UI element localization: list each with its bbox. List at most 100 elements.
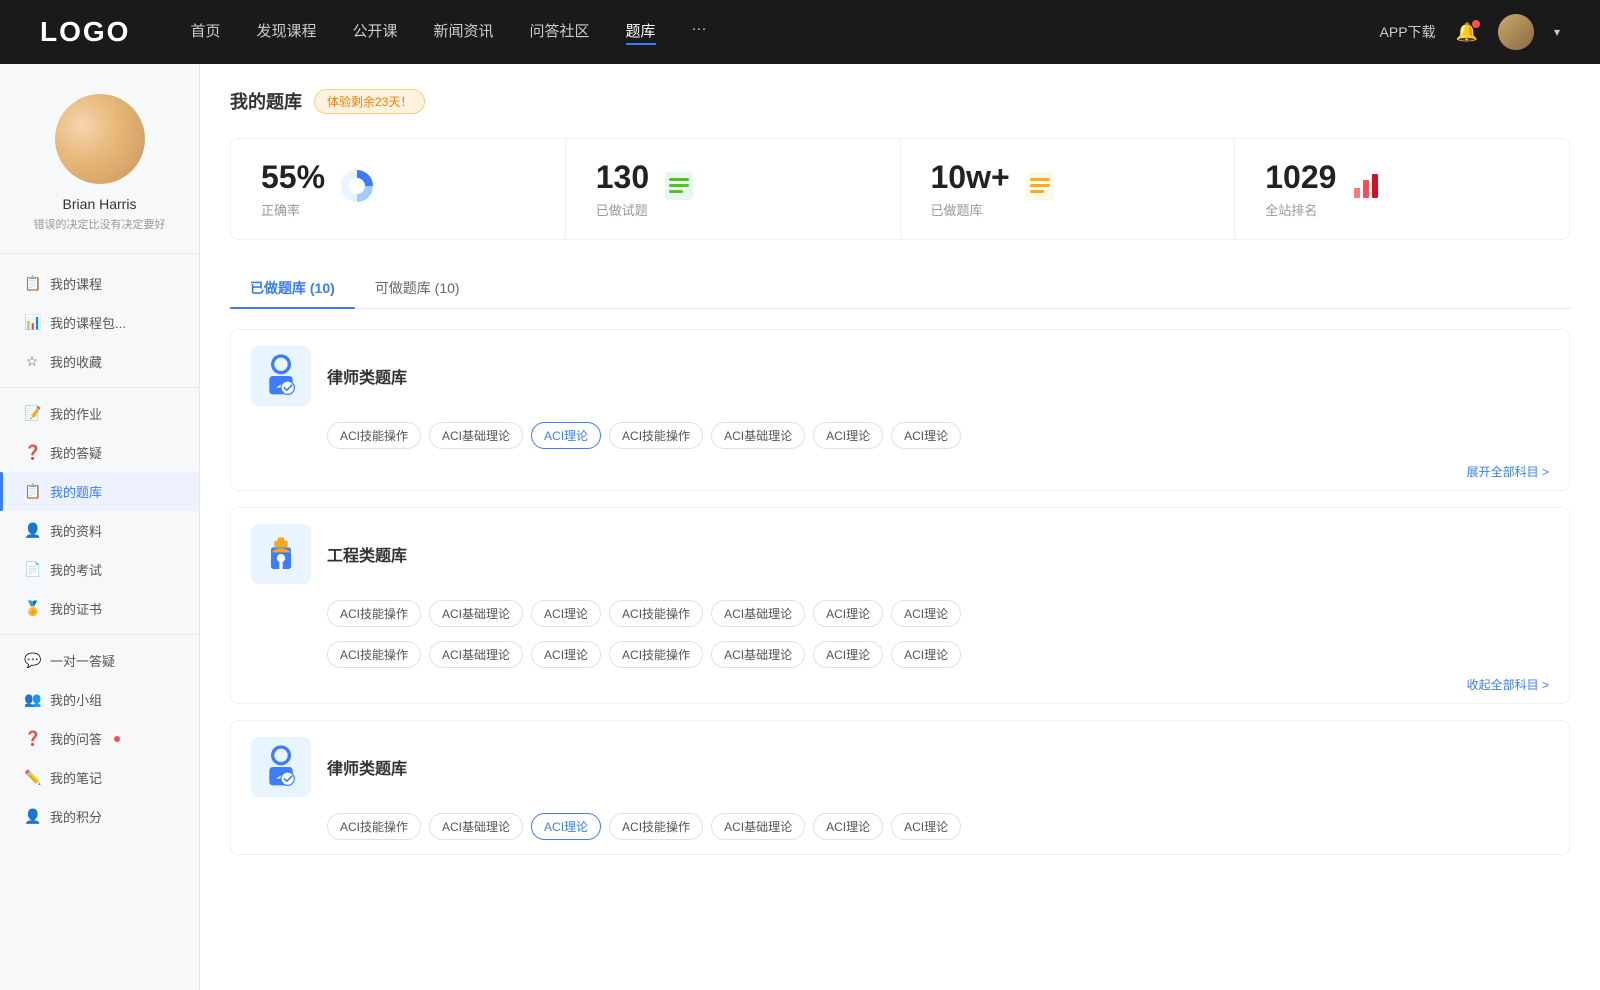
navbar-right: APP下载 🔔 ▾ xyxy=(1380,14,1560,50)
sidebar-item-profile[interactable]: 👤 我的资料 xyxy=(0,511,199,550)
sidebar-avatar xyxy=(55,94,145,184)
qbank-tags-lawyer-1: ACI技能操作 ACI基础理论 ACI理论 ACI技能操作 ACI基础理论 AC… xyxy=(231,422,1569,463)
qbank-tag[interactable]: ACI基础理论 xyxy=(429,641,523,668)
notification-bell[interactable]: 🔔 xyxy=(1456,22,1478,43)
qbank-tag[interactable]: ACI技能操作 xyxy=(609,813,703,840)
qbank-tag-active[interactable]: ACI理论 xyxy=(531,813,601,840)
nav-qa[interactable]: 问答社区 xyxy=(530,20,590,45)
qbank-tag[interactable]: ACI基础理论 xyxy=(711,600,805,627)
qbank-icon: 📋 xyxy=(24,483,40,500)
qbank-tag[interactable]: ACI理论 xyxy=(891,422,961,449)
qbank-tag[interactable]: ACI基础理论 xyxy=(429,422,523,449)
course-pack-icon: 📊 xyxy=(24,314,40,331)
homework-icon: 📝 xyxy=(24,405,40,422)
sidebar-item-label: 我的笔记 xyxy=(50,768,102,787)
stat-value-correct: 55% 正确率 xyxy=(261,159,325,219)
qbank-collapse-engineer[interactable]: 收起全部科目 > xyxy=(231,676,1569,703)
nav-discover[interactable]: 发现课程 xyxy=(256,20,316,45)
certificate-icon: 🏅 xyxy=(24,600,40,617)
sidebar-item-course-pack[interactable]: 📊 我的课程包... xyxy=(0,303,199,342)
sidebar-item-qbank[interactable]: 📋 我的题库 xyxy=(0,472,199,511)
qbank-tag[interactable]: ACI基础理论 xyxy=(429,813,523,840)
sidebar-item-points[interactable]: 👤 我的积分 xyxy=(0,797,199,836)
sidebar-item-questions[interactable]: ❓ 我的问答 xyxy=(0,719,199,758)
tab-done[interactable]: 已做题库 (10) xyxy=(230,268,355,308)
sidebar-motto: 错误的决定比没有决定要好 xyxy=(20,218,179,233)
sidebar-item-favorites[interactable]: ☆ 我的收藏 xyxy=(0,342,199,381)
navbar-nav: 首页 发现课程 公开课 新闻资讯 问答社区 题库 ··· xyxy=(190,20,1379,45)
qbank-header-engineer: 工程类题库 xyxy=(231,508,1569,600)
sidebar-item-homework[interactable]: 📝 我的作业 xyxy=(0,394,199,433)
qbank-expand-lawyer-1[interactable]: 展开全部科目 > xyxy=(231,463,1569,490)
qbank-tags-lawyer-2: ACI技能操作 ACI基础理论 ACI理论 ACI技能操作 ACI基础理论 AC… xyxy=(231,813,1569,854)
navbar: LOGO 首页 发现课程 公开课 新闻资讯 问答社区 题库 ··· APP下载 … xyxy=(0,0,1600,64)
qbank-tag[interactable]: ACI技能操作 xyxy=(327,641,421,668)
qbank-card-lawyer-1: 律师类题库 ACI技能操作 ACI基础理论 ACI理论 ACI技能操作 ACI基… xyxy=(230,329,1570,491)
qbank-tag[interactable]: ACI理论 xyxy=(531,600,601,627)
stat-questions-done: 130 已做试题 xyxy=(566,139,901,239)
tutoring-icon: 💬 xyxy=(24,652,40,669)
nav-news[interactable]: 新闻资讯 xyxy=(434,20,494,45)
qbank-tag[interactable]: ACI技能操作 xyxy=(327,813,421,840)
chevron-down-icon[interactable]: ▾ xyxy=(1554,25,1560,39)
sidebar-item-groups[interactable]: 👥 我的小组 xyxy=(0,680,199,719)
avatar[interactable] xyxy=(1498,14,1534,50)
tab-available[interactable]: 可做题库 (10) xyxy=(355,268,480,308)
nav-home[interactable]: 首页 xyxy=(190,20,220,45)
qbank-tag[interactable]: ACI理论 xyxy=(813,422,883,449)
profile-icon: 👤 xyxy=(24,522,40,539)
tabs-row: 已做题库 (10) 可做题库 (10) xyxy=(230,268,1570,309)
qbank-tag[interactable]: ACI技能操作 xyxy=(609,422,703,449)
sidebar-item-label: 我的收藏 xyxy=(50,352,102,371)
stat-value-banks: 10w+ 已做题库 xyxy=(931,159,1010,219)
qbank-tag[interactable]: ACI理论 xyxy=(891,600,961,627)
pie-chart-icon xyxy=(339,168,375,211)
qbank-tag[interactable]: ACI理论 xyxy=(813,641,883,668)
qbank-tag[interactable]: ACI理论 xyxy=(813,813,883,840)
qbank-engineer-icon xyxy=(251,524,311,584)
qbank-tag[interactable]: ACI理论 xyxy=(813,600,883,627)
sidebar-item-label: 我的小组 xyxy=(50,690,102,709)
avatar-face-image xyxy=(55,94,145,184)
sidebar-item-exam[interactable]: 📄 我的考试 xyxy=(0,550,199,589)
stat-banks-done: 10w+ 已做题库 xyxy=(901,139,1236,239)
sidebar-item-label: 我的题库 xyxy=(50,482,102,501)
qbank-tag[interactable]: ACI基础理论 xyxy=(711,813,805,840)
sidebar-item-qa[interactable]: ❓ 我的答疑 xyxy=(0,433,199,472)
groups-icon: 👥 xyxy=(24,691,40,708)
stat-rank: 1029 全站排名 xyxy=(1235,139,1569,239)
app-download-button[interactable]: APP下载 xyxy=(1380,22,1436,42)
trial-badge: 体验剩余23天！ xyxy=(314,89,425,114)
qbank-tag[interactable]: ACI技能操作 xyxy=(327,422,421,449)
qbank-title-engineer: 工程类题库 xyxy=(327,542,407,566)
page-title-row: 我的题库 体验剩余23天！ xyxy=(230,88,1570,114)
favorites-icon: ☆ xyxy=(24,353,40,370)
stat-correct-rate: 55% 正确率 xyxy=(231,139,566,239)
sidebar-username: Brian Harris xyxy=(20,196,179,212)
sidebar-item-notes[interactable]: ✏️ 我的笔记 xyxy=(0,758,199,797)
qbank-tag[interactable]: ACI理论 xyxy=(891,813,961,840)
qbank-tag[interactable]: ACI理论 xyxy=(891,641,961,668)
qa-icon: ❓ xyxy=(24,444,40,461)
stat-value-rank: 1029 全站排名 xyxy=(1265,159,1336,219)
qbank-tag[interactable]: ACI理论 xyxy=(531,641,601,668)
notification-dot xyxy=(1472,20,1480,28)
sidebar-item-label: 我的证书 xyxy=(50,599,102,618)
qbank-tag[interactable]: ACI技能操作 xyxy=(327,600,421,627)
qbank-tag-active[interactable]: ACI理论 xyxy=(531,422,601,449)
logo[interactable]: LOGO xyxy=(40,16,130,48)
nav-qbank[interactable]: 题库 xyxy=(626,20,656,45)
nav-open-course[interactable]: 公开课 xyxy=(352,20,397,45)
points-icon: 👤 xyxy=(24,808,40,825)
qbank-tag[interactable]: ACI技能操作 xyxy=(609,600,703,627)
qbank-tag[interactable]: ACI基础理论 xyxy=(711,641,805,668)
nav-more[interactable]: ··· xyxy=(692,20,707,45)
courses-icon: 📋 xyxy=(24,275,40,292)
sidebar-item-certificate[interactable]: 🏅 我的证书 xyxy=(0,589,199,628)
sidebar-item-tutoring[interactable]: 💬 一对一答疑 xyxy=(0,641,199,680)
qbank-tag[interactable]: ACI技能操作 xyxy=(609,641,703,668)
qbank-tag[interactable]: ACI基础理论 xyxy=(429,600,523,627)
qbank-tag[interactable]: ACI基础理论 xyxy=(711,422,805,449)
sidebar-item-courses[interactable]: 📋 我的课程 xyxy=(0,264,199,303)
qbank-title-lawyer-2: 律师类题库 xyxy=(327,755,407,779)
